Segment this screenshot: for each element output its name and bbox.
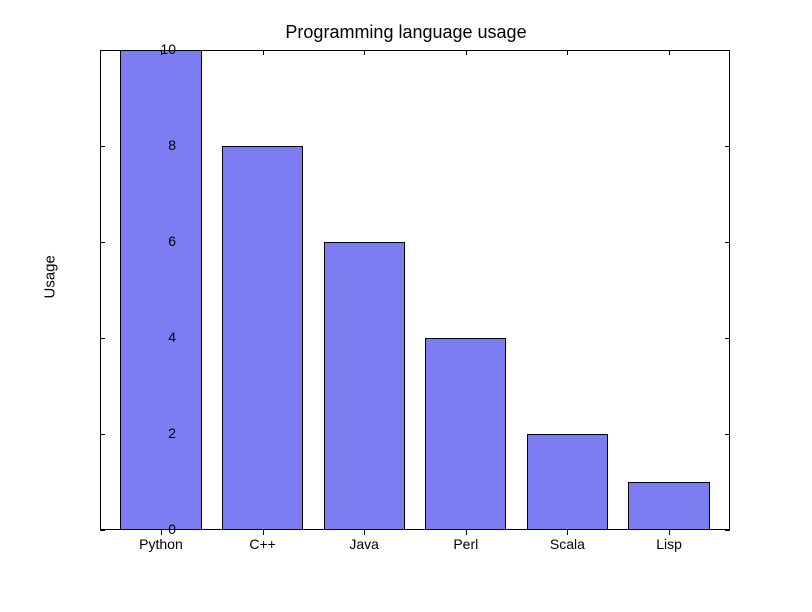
x-tick-mark — [263, 50, 264, 55]
x-tick-mark — [567, 50, 568, 55]
x-tick-label: Java — [349, 536, 379, 552]
y-tick-mark — [725, 338, 730, 339]
y-tick-mark — [100, 50, 105, 51]
y-tick-mark — [725, 50, 730, 51]
chart-title: Programming language usage — [0, 22, 812, 43]
bar — [324, 242, 405, 530]
x-tick-label: Perl — [453, 536, 478, 552]
y-tick-mark — [100, 434, 105, 435]
x-tick-mark — [161, 50, 162, 55]
y-tick-mark — [100, 530, 105, 531]
y-tick-mark — [100, 242, 105, 243]
x-tick-mark — [364, 50, 365, 55]
x-tick-mark — [466, 50, 467, 55]
y-tick-label: 2 — [146, 425, 176, 441]
y-tick-label: 4 — [146, 329, 176, 345]
y-tick-mark — [100, 146, 105, 147]
x-tick-mark — [669, 50, 670, 55]
x-tick-mark — [669, 530, 670, 535]
bar — [628, 482, 709, 530]
x-tick-mark — [263, 530, 264, 535]
y-tick-mark — [725, 146, 730, 147]
x-tick-mark — [364, 530, 365, 535]
x-tick-label: Scala — [550, 536, 585, 552]
x-tick-label: C++ — [249, 536, 275, 552]
x-tick-mark — [466, 530, 467, 535]
x-tick-mark — [567, 530, 568, 535]
y-axis-label: Usage — [42, 255, 59, 298]
y-tick-label: 6 — [146, 233, 176, 249]
y-tick-mark — [100, 338, 105, 339]
y-tick-label: 8 — [146, 137, 176, 153]
chart-plot-area — [100, 50, 730, 530]
bar — [120, 50, 201, 530]
y-tick-mark — [725, 434, 730, 435]
y-tick-mark — [725, 242, 730, 243]
x-tick-mark — [161, 530, 162, 535]
x-tick-label: Python — [139, 536, 183, 552]
bar — [425, 338, 506, 530]
bar — [527, 434, 608, 530]
x-tick-label: Lisp — [656, 536, 682, 552]
y-tick-mark — [725, 530, 730, 531]
bar — [222, 146, 303, 530]
